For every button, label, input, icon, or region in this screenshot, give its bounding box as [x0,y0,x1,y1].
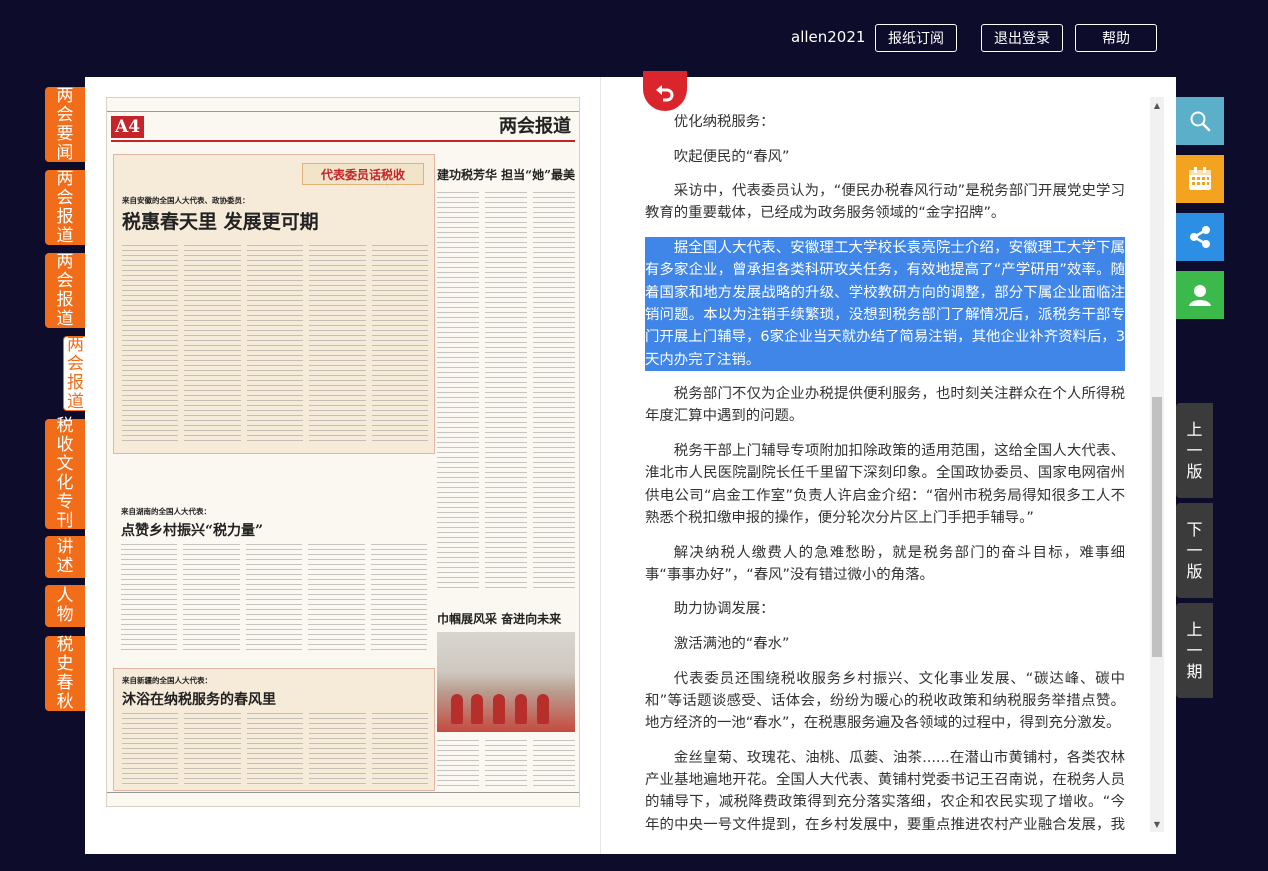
story-kicker: 来自新疆的全国人大代表： [122,676,212,685]
section-tab-lianghui-baodao-3-active[interactable]: 两会报道 [63,334,87,412]
article-paragraph: 税务干部上门辅导专项附加扣除政策的适用范围，这给全国人大代表、淮北市人民医院副院… [645,443,1125,526]
section-tab-label: 讲述 [56,537,74,576]
section-tab-label: 两会要闻 [56,85,74,163]
divider [600,77,601,854]
prev-page-label: 上一版 [1186,420,1203,481]
section-tab-label: 两会报道 [56,251,74,329]
paper-header-strip [107,98,579,112]
story-headline: 建功税芳华 担当“她”最美 [437,168,575,182]
article-paragraph: 金丝皇菊、玫瑰花、油桃、瓜蒌、油茶......在潜山市黄铺村，各类农林产业基地遍… [645,749,1125,832]
section-tab-renwu[interactable]: 人物 [45,585,85,627]
share-button[interactable] [1176,213,1224,261]
story-body-text [437,740,575,790]
article-paragraph: 代表委员还围绕税收服务乡村振兴、文化事业发展、“碳达峰、碳中和”等话题谈感受、话… [645,670,1125,732]
username: allen2021 [791,28,866,46]
article-paragraph: 吹起便民的“春风” [673,148,790,165]
story-kicker: 来自湖南的全国人大代表： [121,507,211,516]
logout-button[interactable]: 退出登录 [981,24,1063,52]
newspaper-page[interactable]: A4 两会报道 代表委员话税收 来自安徽的全国人大代表、政协委员： 税惠春天里 … [106,97,580,807]
article-body: 优化纳税服务： 吹起便民的“春风” 采访中，代表委员认为，“便民办税春风行动”是… [621,97,1149,832]
search-icon [1190,111,1211,132]
section-tab-label: 税史春秋 [56,634,74,712]
story-body-text [437,192,575,592]
article-pane[interactable]: 优化纳税服务： 吹起便民的“春风” 采访中，代表委员认为，“便民办税春风行动”是… [621,97,1149,832]
paper-section-title: 两会报道 [499,116,571,137]
story-body-text [122,245,429,445]
feature-box[interactable]: 来自新疆的全国人大代表： 沐浴在纳税服务的春风里 [113,668,435,791]
section-tab-lianghui-baodao-2[interactable]: 两会报道 [45,251,85,329]
story-headline: 巾帼展风采 奋进向未来 [437,612,562,626]
scroll-thumb[interactable] [1152,397,1162,657]
article-paragraph-selected: 据全国人大代表、安徽理工大学校长袁亮院士介绍，安徽理工大学下属有多家企业，曾承担… [645,237,1125,371]
news-photo[interactable] [437,632,575,732]
calendar-icon [1189,167,1211,190]
article-paragraph: 采访中，代表委员认为，“便民办税春风行动”是税务部门开展党史学习教育的重要载体，… [645,183,1125,222]
story-body-text [121,544,428,654]
article-paragraph: 优化纳税服务： [673,114,775,130]
share-icon [1190,226,1210,248]
story-headline: 税惠春天里 发展更可期 [122,211,319,233]
story-body-text [122,713,429,785]
article-paragraph: 激活满池的“春水” [673,636,790,653]
paper-left-pane: 代表委员话税收 来自安徽的全国人大代表、政协委员： 税惠春天里 发展更可期 来自… [113,146,435,791]
page-number-badge: A4 [111,116,145,138]
scroll-down-arrow-icon[interactable]: ▼ [1150,816,1164,832]
search-button[interactable] [1176,97,1224,145]
story-headline: 沐浴在纳税服务的春风里 [122,692,276,708]
section-tab-lianghui-baodao-1[interactable]: 两会报道 [45,168,85,246]
article-paragraph: 解决纳税人缴费人的急难愁盼，就是税务部门的奋斗目标，难事细事“事事办好”，“春风… [645,544,1125,583]
top-bar: allen2021 报纸订阅 退出登录 帮助 [0,0,1268,72]
section-tab-jiangshu[interactable]: 讲述 [45,536,85,578]
section-tab-label: 两会报道 [67,334,84,412]
prev-issue-button[interactable]: 上一期 [1176,603,1213,698]
scroll-up-arrow-icon[interactable]: ▲ [1150,97,1164,113]
section-tab-shuishi-chunqiu[interactable]: 税史春秋 [45,634,85,712]
user-button[interactable] [1176,271,1224,319]
user-icon [1189,285,1211,306]
article-paragraph: 税务部门不仅为企业办税提供便利服务，也时刻关注群众在个人所得税年度汇算中遇到的问… [645,386,1125,425]
help-button[interactable]: 帮助 [1075,24,1157,52]
feature-banner: 代表委员话税收 [302,163,424,185]
back-arrow-icon [656,85,674,102]
section-tab-label: 人物 [56,586,74,625]
subscribe-button[interactable]: 报纸订阅 [875,24,957,52]
section-tab-label: 两会报道 [56,168,74,246]
paper-rule [111,140,575,142]
article-paragraph: 助力协调发展： [673,601,775,618]
prev-issue-label: 上一期 [1186,620,1203,681]
section-tab-label: 税收文化专刊 [56,416,74,531]
story-kicker: 来自安徽的全国人大代表、政协委员： [122,196,250,205]
section-tab-shuishou-wenhua[interactable]: 税收文化专刊 [45,416,85,531]
feature-box[interactable]: 代表委员话税收 来自安徽的全国人大代表、政协委员： 税惠春天里 发展更可期 [113,154,435,454]
paper-footer-strip [107,792,579,806]
calendar-button[interactable] [1176,155,1224,203]
next-page-button[interactable]: 下一版 [1176,503,1213,598]
story-headline: 点赞乡村振兴“税力量” [121,523,264,539]
next-page-label: 下一版 [1186,520,1203,581]
paper-right-pane: 建功税芳华 担当“她”最美 巾帼展风采 奋进向未来 [437,146,575,791]
article-scrollbar[interactable]: ▲ ▼ [1150,97,1164,832]
section-tab-lianghui-yaowen[interactable]: 两会要闻 [45,85,85,163]
prev-page-button[interactable]: 上一版 [1176,403,1213,498]
